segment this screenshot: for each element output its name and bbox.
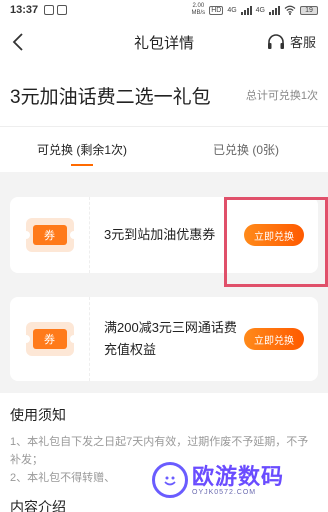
customer-service-button[interactable]: 客服 [266,32,316,51]
watermark-url: OYJK0572.COM [192,488,257,496]
status-indicators: 2.00 MB/s HD 4G 4G 19 [192,3,318,17]
package-total: 总计可兑换1次 [245,90,318,102]
coupon-icon-label: 券 [32,329,67,349]
notification-icon [44,5,55,15]
net-speed: 2.00 MB/s [191,3,206,16]
watermark-logo-icon [152,462,188,498]
status-bar: 13:37 2.00 MB/s HD 4G 4G 19 [0,0,328,20]
package-name: 3元加油话费二选一礼包 [10,86,211,108]
nav-bar: 礼包详情 客服 [0,20,328,64]
coupon-icon: 券 [21,218,78,252]
coupon-icon-label: 券 [32,225,67,245]
coupon-thumb: 券 [10,297,90,381]
tab-redeemed-label: 已兑换 (0张) [212,143,279,157]
watermark-brand: 欧游数码 [192,463,285,489]
tab-redeemable[interactable]: 可兑换 (剩余1次) [0,127,164,172]
coupon-thumb: 券 [10,197,90,273]
signal-4g-label-2: 4G [255,6,265,14]
wifi-icon [284,5,296,15]
tab-redeemed[interactable]: 已兑换 (0张) [164,127,328,172]
signal-icon-2 [269,5,280,15]
coupon-card: 券 满200减3元三网通话费充值权益 立即兑换 [10,297,318,381]
chevron-left-icon [12,33,23,51]
coupon-icon: 券 [21,322,78,356]
coupon-description: 满200减3元三网通话费充值权益 [104,320,237,357]
headset-icon [267,33,284,49]
tab-bar: 可兑换 (剩余1次) 已兑换 (0张) [0,126,328,172]
redeem-button[interactable]: 立即兑换 [244,328,304,350]
coupon-card: 券 3元到站加油优惠券 立即兑换 [10,197,318,273]
coupon-description: 3元到站加油优惠券 [104,227,216,242]
signal-icon [240,5,252,15]
customer-service-label: 客服 [289,35,316,50]
tab-redeemable-label: 可兑换 (剩余1次) [36,143,127,157]
hd-badge: HD [209,5,224,15]
watermark: 欧游数码 OYJK0572.COM [152,462,284,498]
content-intro-heading: 内容介绍 [10,499,66,512]
back-button[interactable] [8,30,28,54]
notice-heading: 使用须知 [10,407,66,423]
battery-icon: 19 [300,5,318,15]
redeem-button[interactable]: 立即兑换 [244,224,304,246]
package-header: 3元加油话费二选一礼包 总计可兑换1次 [0,64,328,126]
gallery-icon [57,5,68,15]
status-time: 13:37 [10,4,39,16]
signal-4g-label-1: 4G [227,6,237,14]
page-title: 礼包详情 [133,34,194,52]
